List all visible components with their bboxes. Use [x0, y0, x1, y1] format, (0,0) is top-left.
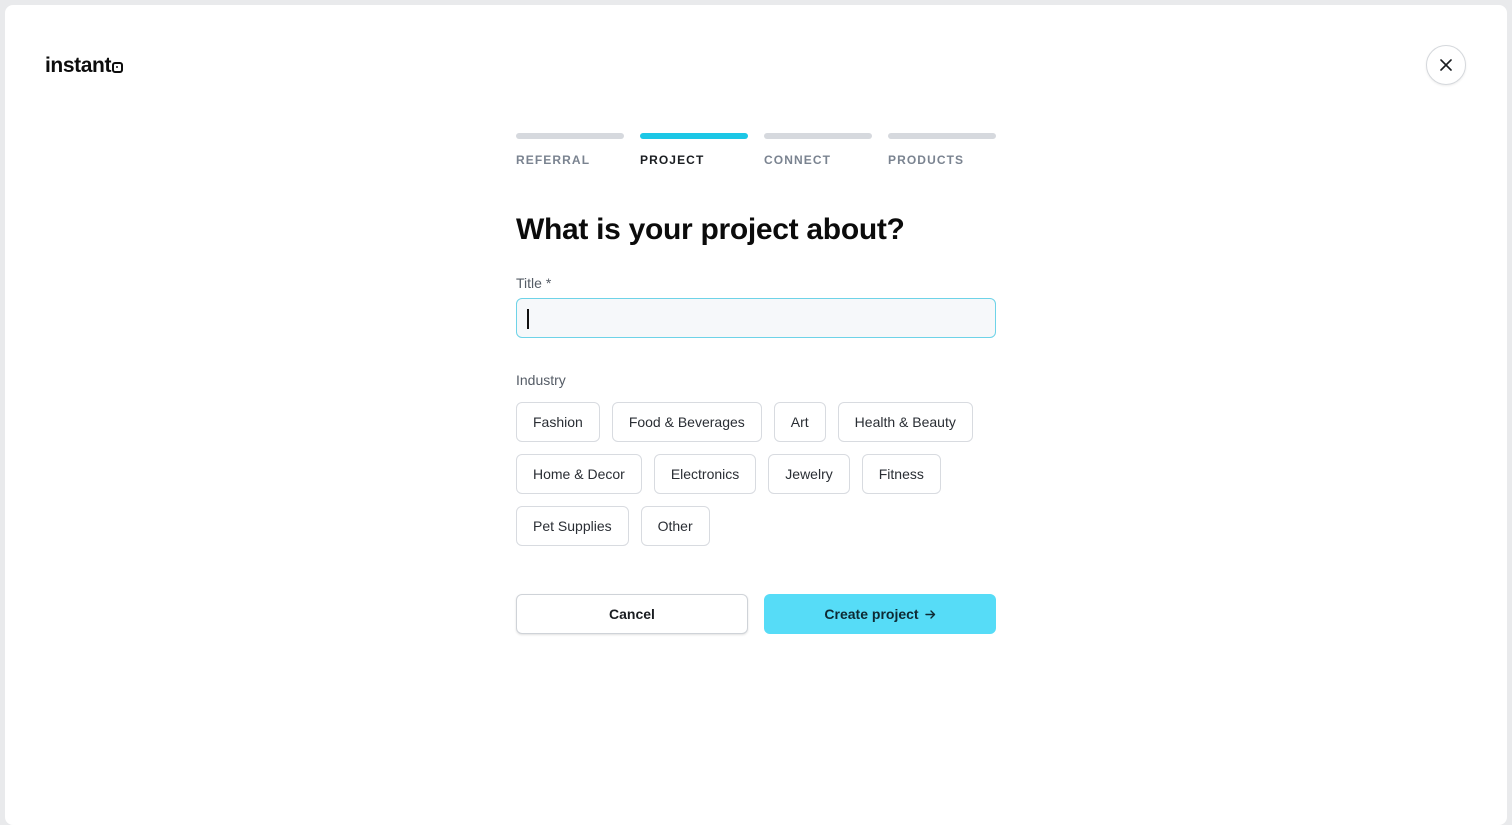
close-button[interactable] — [1426, 45, 1466, 85]
stepper: REFERRAL PROJECT CONNECT PRODUCTS — [516, 133, 996, 167]
industry-chip-fashion[interactable]: Fashion — [516, 402, 600, 442]
industry-chip-health-beauty[interactable]: Health & Beauty — [837, 402, 973, 442]
industry-chip-electronics[interactable]: Electronics — [653, 454, 757, 494]
onboarding-modal: instant REFERRAL PROJECT CONNECT PRODUCT… — [5, 5, 1507, 825]
text-caret — [527, 309, 529, 329]
create-project-button[interactable]: Create project — [764, 594, 996, 634]
cancel-button-label: Cancel — [609, 606, 655, 622]
step-bar — [640, 133, 748, 139]
title-label: Title * — [516, 275, 552, 291]
step-referral: REFERRAL — [516, 133, 624, 167]
project-form: REFERRAL PROJECT CONNECT PRODUCTS What i… — [516, 133, 996, 634]
industry-chip-home-decor[interactable]: Home & Decor — [516, 454, 642, 494]
industry-options: Fashion Food & Beverages Art Health & Be… — [516, 402, 996, 546]
industry-chip-pet-supplies[interactable]: Pet Supplies — [516, 506, 629, 546]
create-project-button-label: Create project — [824, 606, 919, 622]
industry-chip-fitness[interactable]: Fitness — [861, 454, 941, 494]
step-bar — [888, 133, 996, 139]
title-input[interactable] — [516, 298, 996, 338]
step-label: CONNECT — [764, 153, 832, 167]
step-products: PRODUCTS — [888, 133, 996, 167]
arrow-right-icon — [924, 609, 936, 620]
step-label: REFERRAL — [516, 153, 591, 167]
step-label: PRODUCTS — [888, 153, 965, 167]
industry-chip-art[interactable]: Art — [773, 402, 826, 442]
close-icon — [1440, 59, 1452, 71]
industry-chip-other[interactable]: Other — [640, 506, 710, 546]
step-bar — [764, 133, 872, 139]
step-label: PROJECT — [640, 153, 705, 167]
square-dot-icon — [112, 62, 124, 73]
step-project: PROJECT — [640, 133, 748, 167]
industry-label: Industry — [516, 372, 566, 388]
step-bar — [516, 133, 624, 139]
step-connect: CONNECT — [764, 133, 872, 167]
industry-chip-jewelry[interactable]: Jewelry — [768, 454, 850, 494]
form-actions: Cancel Create project — [516, 594, 996, 634]
cancel-button[interactable]: Cancel — [516, 594, 748, 634]
page-title: What is your project about? — [516, 213, 905, 246]
brand-logo: instant — [45, 54, 124, 78]
brand-name: instant — [45, 54, 112, 77]
industry-chip-food-beverages[interactable]: Food & Beverages — [611, 402, 762, 442]
